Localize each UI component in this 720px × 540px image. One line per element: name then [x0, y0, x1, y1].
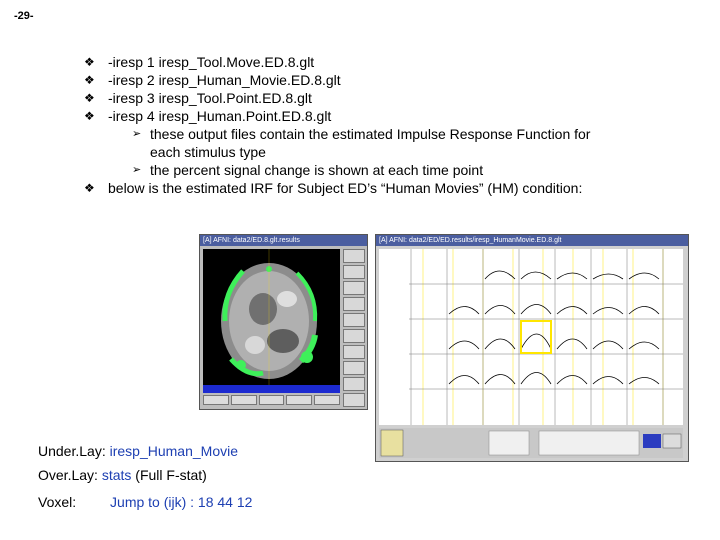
voxel-line: Voxel: Jump to (ijk) : 18 44 12	[38, 494, 252, 510]
bullet-text: -iresp 2 iresp_Human_Movie.ED.8.glt	[108, 72, 341, 88]
sub-bullet-text: these output files contain the estimated…	[150, 126, 591, 142]
sub-bullet-text-cont: each stimulus type	[150, 144, 266, 160]
diamond-bullet-icon: ❖	[84, 181, 95, 195]
bullet-item: ❖ -iresp 3 iresp_Tool.Point.ED.8.glt	[84, 89, 714, 107]
control-button[interactable]	[343, 249, 365, 263]
control-button[interactable]	[343, 329, 365, 343]
control-button[interactable]	[343, 281, 365, 295]
sub-bullet-continuation: each stimulus type	[84, 143, 714, 161]
graph-status-bar	[379, 428, 683, 458]
control-button[interactable]	[343, 297, 365, 311]
arrow-bullet-icon: ➢	[132, 128, 142, 140]
diamond-bullet-icon: ❖	[84, 91, 95, 105]
slice-slider[interactable]	[203, 385, 340, 393]
image-bottom-bar	[203, 395, 340, 405]
voxel-value: Jump to (ijk) : 18 44 12	[110, 494, 253, 510]
control-button[interactable]	[343, 361, 365, 375]
control-button[interactable]	[343, 345, 365, 359]
bottom-button[interactable]	[230, 395, 257, 405]
voxel-label: Voxel:	[38, 494, 77, 510]
bottom-button[interactable]	[258, 395, 285, 405]
overlay-value: stats	[101, 467, 132, 483]
bottom-button[interactable]	[286, 395, 313, 405]
afni-image-window[interactable]: [A] AFNI: data2/ED.8.glt.results	[199, 234, 368, 410]
bullet-item: ❖ -iresp 2 iresp_Human_Movie.ED.8.glt	[84, 71, 714, 89]
underlay-value: iresp_Human_Movie	[109, 443, 239, 459]
bullet-text: -iresp 1 iresp_Tool.Move.ED.8.glt	[108, 54, 315, 70]
graph-status-svg	[380, 429, 682, 457]
bottom-button[interactable]	[314, 395, 340, 405]
bullet-text: -iresp 4 iresp_Human.Point.ED.8.glt	[108, 108, 332, 124]
bottom-button[interactable]	[203, 395, 229, 405]
diamond-bullet-icon: ❖	[84, 73, 95, 87]
bullet-item: ❖ below is the estimated IRF for Subject …	[84, 179, 714, 197]
bullet-item: ❖ -iresp 1 iresp_Tool.Move.ED.8.glt	[84, 53, 714, 71]
bullet-text: below is the estimated IRF for Subject E…	[108, 180, 583, 196]
bullet-item: ❖ -iresp 4 iresp_Human.Point.ED.8.glt	[84, 107, 714, 125]
window-title: [A] AFNI: data2/ED/ED.results/iresp_Huma…	[376, 235, 688, 246]
overlay-line: Over.Lay: stats (Full F-stat)	[38, 467, 207, 483]
diamond-bullet-icon: ❖	[84, 55, 95, 69]
sub-bullet-item: ➢ the percent signal change is shown at e…	[84, 161, 714, 179]
diamond-bullet-icon: ❖	[84, 109, 95, 123]
bullet-list: ❖ -iresp 1 iresp_Tool.Move.ED.8.glt ❖ -ire…	[84, 53, 714, 197]
overlay-label: Over.Lay:	[38, 467, 98, 483]
graph-matrix-svg	[379, 249, 683, 425]
underlay-line: Under.Lay: iresp_Human_Movie	[38, 443, 238, 459]
sub-bullet-text: the percent signal change is shown at ea…	[150, 162, 484, 178]
overlay-note: (Full F-stat)	[135, 467, 207, 483]
arrow-bullet-icon: ➢	[132, 164, 142, 176]
control-button[interactable]	[343, 393, 365, 407]
control-button[interactable]	[343, 313, 365, 327]
brain-slice-image[interactable]	[203, 249, 340, 389]
window-title: [A] AFNI: data2/ED.8.glt.results	[200, 235, 367, 246]
control-button[interactable]	[343, 265, 365, 279]
control-button[interactable]	[343, 377, 365, 391]
irf-graph-matrix[interactable]	[379, 249, 683, 425]
page-number: -29-	[14, 10, 34, 22]
underlay-label: Under.Lay:	[38, 443, 106, 459]
brain-slice-svg	[221, 249, 318, 389]
sub-bullet-item: ➢ these output files contain the estimate…	[84, 125, 714, 143]
bullet-text: -iresp 3 iresp_Tool.Point.ED.8.glt	[108, 90, 312, 106]
image-control-buttons	[343, 249, 365, 409]
afni-graph-window[interactable]: [A] AFNI: data2/ED/ED.results/iresp_Huma…	[375, 234, 689, 462]
